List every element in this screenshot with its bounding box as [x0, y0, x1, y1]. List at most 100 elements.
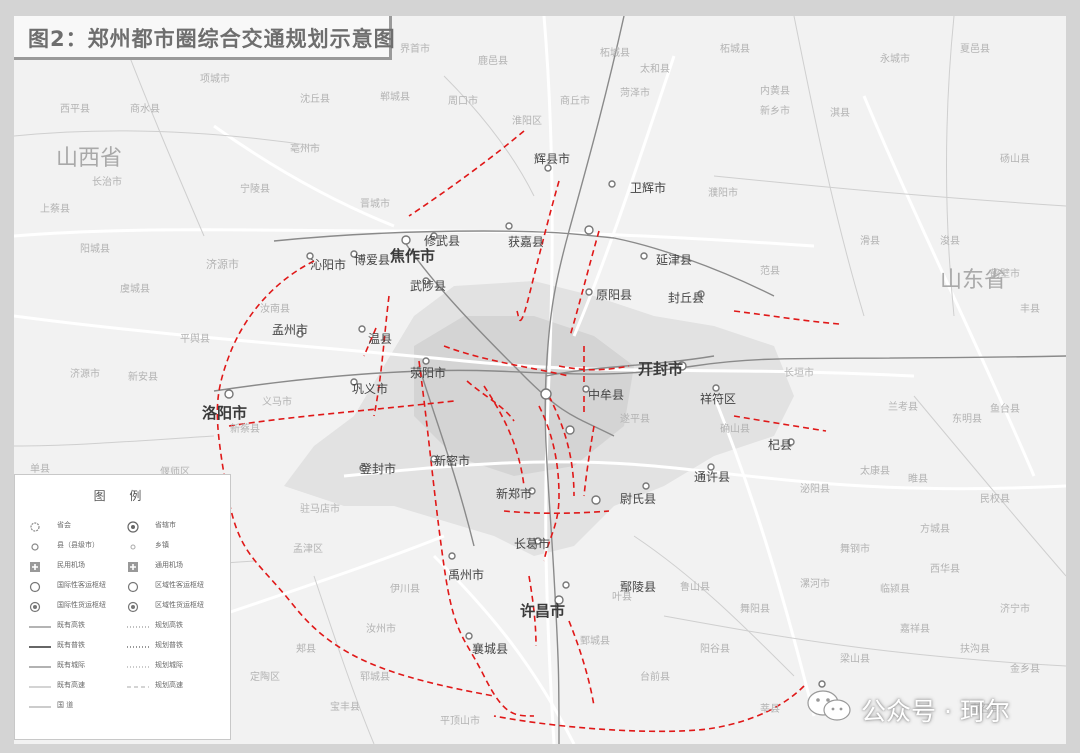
city-label-xinmi: 新密市: [434, 454, 471, 468]
legend-symbol: [29, 518, 41, 537]
faint-place-label: 临颍县: [880, 584, 910, 595]
city-label-gongyi: 巩义市: [352, 382, 389, 396]
faint-place-label: 鹿邑县: [478, 56, 508, 67]
faint-place-label: 滑县: [860, 236, 880, 247]
faint-place-label: 舞阳县: [740, 604, 770, 615]
faint-place-label: 扶沟县: [960, 644, 990, 655]
faint-place-label: 内黄县: [760, 86, 790, 97]
legend-label: 区域性货运枢纽: [155, 601, 204, 609]
legend-symbol: [127, 538, 139, 557]
faint-place-label: 商丘市: [560, 96, 590, 107]
faint-place-label: 兰考县: [888, 402, 918, 413]
faint-place-label: 民权县: [980, 494, 1010, 505]
faint-place-label: 平顶山市: [440, 716, 480, 727]
city-label-mengzhou: 孟州市: [272, 323, 309, 337]
legend-symbol: [29, 618, 51, 637]
faint-place-label: 叶县: [612, 592, 632, 603]
faint-place-label: 太和县: [640, 64, 670, 75]
faint-place-label: 嘉祥县: [900, 624, 930, 635]
faint-place-label: 汝南县: [260, 304, 290, 315]
faint-place-label: 淮阳区: [512, 116, 542, 127]
legend-label: 省辖市: [155, 521, 176, 529]
faint-place-label: 梁山县: [840, 654, 870, 665]
watermark: 公众号 · 珂尔: [805, 688, 1010, 728]
legend-symbol: [127, 658, 149, 677]
faint-place-label: 菏泽市: [620, 88, 650, 99]
city-label-dengfeng: 登封市: [360, 462, 397, 476]
faint-place-label: 义马市: [262, 397, 292, 408]
legend-label: 既有城际: [57, 661, 85, 669]
faint-place-label: 鹤壁市: [990, 269, 1020, 280]
faint-place-label: 伊川县: [390, 584, 420, 595]
faint-place-label: 柘城县: [600, 48, 630, 59]
province-label-shanxi: 山西省: [56, 146, 123, 171]
faint-place-label: 驻马店市: [300, 504, 340, 515]
legend-label: 国 道: [57, 701, 74, 709]
city-label-xingyang: 荥阳市: [410, 366, 447, 380]
city-label-wenxian: 温县: [368, 332, 393, 346]
faint-place-label: 鲁山县: [680, 582, 710, 593]
legend-label: 区域性客运枢纽: [155, 581, 204, 589]
faint-place-label: 太康县: [860, 466, 890, 477]
city-label-weihui: 卫辉市: [630, 181, 667, 195]
legend-symbol: [29, 638, 51, 657]
city-label-xuchang: 许昌市: [520, 602, 566, 620]
legend-symbol: [127, 518, 139, 537]
legend-symbol: [127, 578, 139, 597]
faint-place-label: 汝州市: [366, 624, 396, 635]
faint-place-label: 商水县: [130, 104, 160, 115]
faint-place-label: 阳谷县: [700, 644, 730, 655]
city-label-xiangfu: 祥符区: [700, 392, 737, 406]
faint-place-label: 金乡县: [1010, 664, 1040, 675]
city-label-yuzhou: 禹州市: [448, 568, 485, 582]
faint-place-label: 宁陵县: [240, 184, 270, 195]
faint-place-label: 济宁市: [1000, 604, 1030, 615]
city-label-changge: 长葛市: [514, 537, 551, 551]
city-label-yuanyang: 原阳县: [596, 288, 633, 302]
legend-symbol: [29, 658, 51, 677]
legend-symbol: [127, 638, 149, 657]
legend-label: 通用机场: [155, 561, 183, 569]
faint-place-label: 确山县: [720, 424, 750, 435]
map-legend: 图 例 省会 省辖市 县（县级市） 乡镇 民用机场 通用机场 国际性客运枢纽 区域性客运枢纽国…: [14, 474, 231, 740]
faint-place-label: 济源市: [70, 369, 100, 380]
faint-place-label: 亳州市: [290, 144, 320, 155]
legend-label: 规划城际: [155, 661, 183, 669]
faint-place-label: 淇县: [830, 108, 850, 119]
faint-place-label: 鱼台县: [990, 404, 1020, 415]
city-label-wuzhi: 武陟县: [410, 279, 447, 293]
faint-place-label: 泌阳县: [800, 484, 830, 495]
faint-place-label: 莘县: [760, 704, 780, 715]
faint-place-label: 舞钢市: [840, 544, 870, 555]
legend-symbol: [127, 618, 149, 637]
legend-label: 乡镇: [155, 541, 169, 549]
city-label-qinyang: 沁阳市: [310, 258, 347, 272]
legend-label: 规划高速: [155, 681, 183, 689]
legend-symbol: [29, 598, 41, 617]
legend-symbol: [29, 678, 51, 697]
legend-symbol: [29, 698, 51, 717]
faint-place-label: 永城市: [880, 54, 910, 65]
legend-label: 规划普铁: [155, 641, 183, 649]
faint-place-label: 周口市: [448, 96, 478, 107]
faint-place-label: 定陶区: [250, 672, 280, 683]
city-label-qixian: 杞县: [768, 438, 793, 452]
city-label-weishi: 尉氏县: [620, 492, 657, 506]
city-label-jiyuan: 济源市: [206, 258, 239, 271]
faint-place-label: 长治市: [92, 177, 122, 188]
city-label-huixian: 辉县市: [534, 152, 571, 166]
faint-place-label: 新蔡县: [230, 424, 260, 435]
legend-symbol: [29, 578, 41, 597]
city-label-huojia: 获嘉县: [508, 235, 545, 249]
city-label-xiangcheng: 襄城县: [472, 642, 509, 656]
faint-place-label: 新乡市: [760, 106, 790, 117]
faint-place-label: 遂平县: [620, 414, 650, 425]
legend-label: 规划高铁: [155, 621, 183, 629]
faint-place-label: 东明县: [952, 414, 982, 425]
faint-place-label: 台前县: [640, 672, 670, 683]
faint-place-label: 濮阳市: [708, 188, 738, 199]
faint-place-label: 西平县: [60, 104, 90, 115]
legend-label: 县（县级市）: [57, 541, 99, 549]
faint-place-label: 郓城县: [360, 672, 390, 683]
faint-place-label: 夏邑县: [960, 44, 990, 55]
